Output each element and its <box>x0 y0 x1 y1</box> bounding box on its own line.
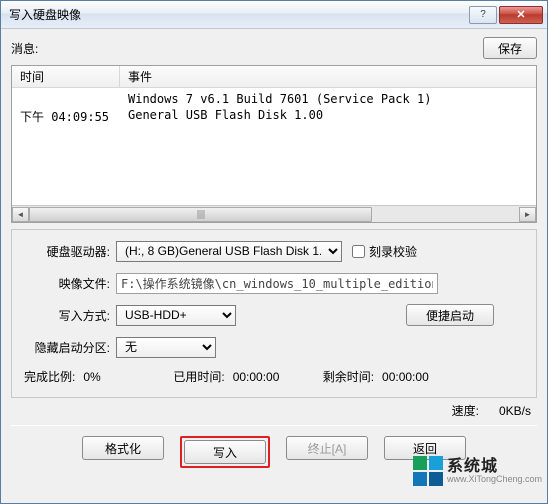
drive-select[interactable]: (H:, 8 GB)General USB Flash Disk 1.00 <box>116 241 342 262</box>
mode-select[interactable]: USB-HDD+ <box>116 305 236 326</box>
hidden-label: 隐藏启动分区: <box>24 339 110 356</box>
log-row: 下午 04:09:55 General USB Flash Disk 1.00 <box>12 108 536 124</box>
log-cell-time: 下午 04:09:55 <box>12 108 120 124</box>
form-panel: 硬盘驱动器: (H:, 8 GB)General USB Flash Disk … <box>11 229 537 398</box>
quick-boot-button[interactable]: 便捷启动 <box>406 304 494 326</box>
log-col-event[interactable]: 事件 <box>120 68 536 85</box>
drive-label: 硬盘驱动器: <box>24 243 110 260</box>
watermark-logo: 系统城 www.XiTongCheng.com <box>411 454 544 488</box>
window-title: 写入硬盘映像 <box>9 6 467 23</box>
save-button[interactable]: 保存 <box>483 37 537 59</box>
abort-button[interactable]: 终止[A] <box>286 436 368 460</box>
dialog-window: 写入硬盘映像 ? ✕ 消息: 保存 时间 事件 Windows 7 v6.1 B… <box>0 0 548 504</box>
close-button[interactable]: ✕ <box>499 6 543 24</box>
speed-row: 速度: 0KB/s <box>11 398 537 421</box>
elapsed-label: 已用时间: <box>173 368 224 385</box>
h-scrollbar[interactable]: ◄ ► <box>12 205 536 222</box>
scroll-track[interactable] <box>29 207 519 222</box>
log-cell-event: General USB Flash Disk 1.00 <box>120 108 536 124</box>
speed-label: 速度: <box>452 404 479 418</box>
elapsed-value: 00:00:00 <box>233 370 323 384</box>
scroll-thumb[interactable] <box>29 207 372 222</box>
log-header: 时间 事件 <box>12 66 536 88</box>
separator <box>11 425 537 426</box>
mode-label: 写入方式: <box>24 307 110 324</box>
logo-name: 系统城 <box>447 459 542 475</box>
scroll-left-icon[interactable]: ◄ <box>12 207 29 222</box>
log-body[interactable]: Windows 7 v6.1 Build 7601 (Service Pack … <box>12 88 536 205</box>
log-cell-event: Windows 7 v6.1 Build 7601 (Service Pack … <box>120 92 536 108</box>
percent-value: 0% <box>83 370 173 384</box>
logo-icon <box>413 456 443 486</box>
log-panel: 时间 事件 Windows 7 v6.1 Build 7601 (Service… <box>11 65 537 223</box>
remain-value: 00:00:00 <box>382 370 429 384</box>
progress-row: 完成比例: 0% 已用时间: 00:00:00 剩余时间: 00:00:00 <box>24 368 524 385</box>
image-path-input[interactable] <box>116 273 438 294</box>
verify-checkbox-input[interactable] <box>352 245 365 258</box>
hidden-select[interactable]: 无 <box>116 337 216 358</box>
write-button[interactable]: 写入 <box>184 440 266 464</box>
percent-label: 完成比例: <box>24 368 75 385</box>
log-row: Windows 7 v6.1 Build 7601 (Service Pack … <box>12 92 536 108</box>
image-label: 映像文件: <box>24 275 110 292</box>
format-button[interactable]: 格式化 <box>82 436 164 460</box>
remain-label: 剩余时间: <box>323 368 374 385</box>
titlebar: 写入硬盘映像 ? ✕ <box>1 1 547 29</box>
message-label: 消息: <box>11 40 483 57</box>
verify-checkbox[interactable]: 刻录校验 <box>352 243 417 260</box>
log-col-time[interactable]: 时间 <box>12 66 120 87</box>
window-controls: ? ✕ <box>467 6 543 24</box>
scroll-right-icon[interactable]: ► <box>519 207 536 222</box>
logo-url: www.XiTongCheng.com <box>447 475 542 484</box>
verify-label: 刻录校验 <box>369 243 417 260</box>
content-area: 消息: 保存 时间 事件 Windows 7 v6.1 Build 7601 (… <box>1 29 547 486</box>
write-highlight: 写入 <box>180 436 270 468</box>
help-button[interactable]: ? <box>469 6 497 24</box>
log-cell-time <box>12 92 120 108</box>
speed-value: 0KB/s <box>499 404 531 418</box>
